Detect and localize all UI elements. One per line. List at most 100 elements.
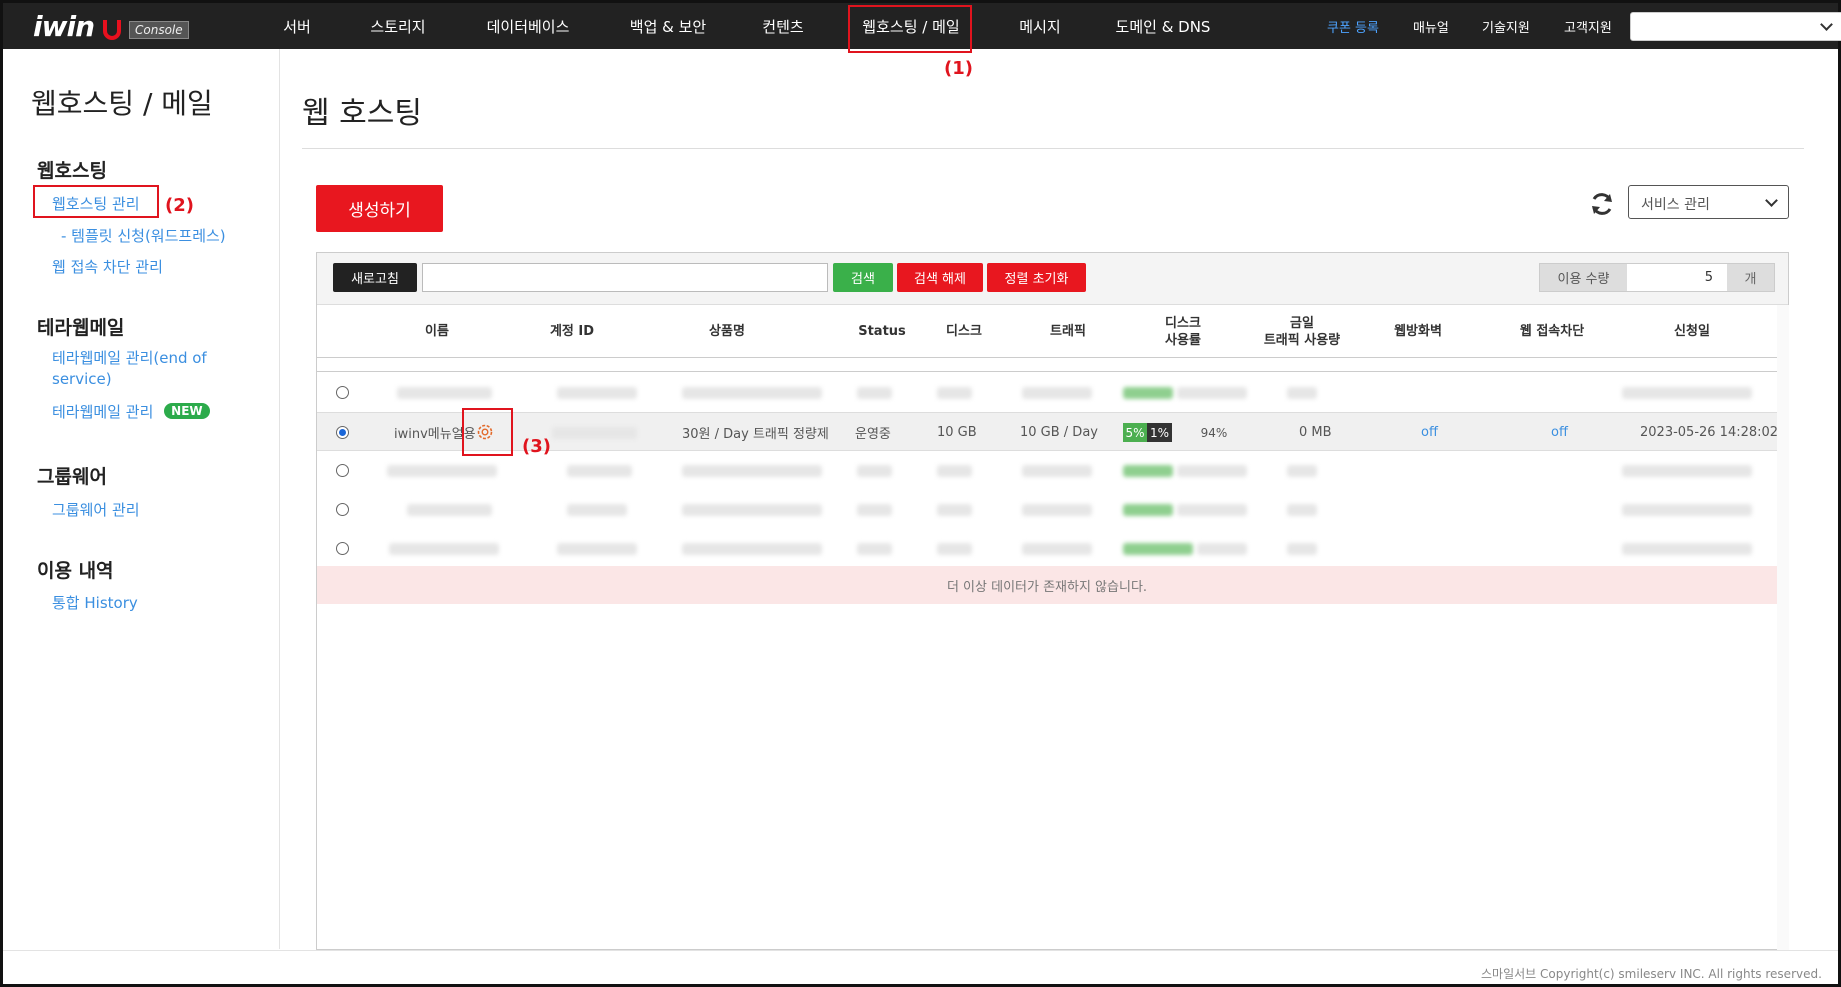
- new-badge: NEW: [164, 403, 210, 419]
- table-header: 이름 계정 ID 상품명 Status 디스크 트래픽 디스크 사용률 금일 트…: [317, 305, 1777, 358]
- console-badge: Console: [129, 20, 189, 39]
- sidebar-item-template-request[interactable]: - 템플릿 신청(워드프레스): [61, 225, 226, 246]
- blurred-cell: [1622, 465, 1752, 477]
- col-disk-usage[interactable]: 디스크 사용률: [1143, 305, 1223, 358]
- blurred-cell: [1287, 387, 1317, 399]
- annotation-box-1: [848, 5, 972, 53]
- blurred-cell: [1622, 504, 1752, 516]
- nav-server[interactable]: 서버: [267, 3, 327, 49]
- row-radio[interactable]: [336, 464, 349, 477]
- nav-manual[interactable]: 매뉴얼: [1413, 3, 1449, 49]
- col-web-block[interactable]: 웹 접속차단: [1497, 305, 1607, 358]
- col-waf[interactable]: 웹방화벽: [1373, 305, 1463, 358]
- table-subheader: [317, 358, 1777, 372]
- usage-quantity-label: 이용 수량: [1540, 264, 1627, 291]
- nav-storage[interactable]: 스토리지: [358, 3, 438, 49]
- nav-contents[interactable]: 컨텐츠: [748, 3, 818, 49]
- row-radio[interactable]: [336, 542, 349, 555]
- blurred-cell: [937, 543, 972, 555]
- col-request-date[interactable]: 신청일: [1647, 305, 1737, 358]
- blurred-cell: [682, 543, 822, 555]
- annotation-box-3: [462, 408, 513, 456]
- row-web-block-toggle[interactable]: off: [1551, 413, 1568, 452]
- col-name[interactable]: 이름: [397, 305, 477, 358]
- sidebar-section-usage: 이용 내역: [37, 560, 114, 582]
- reset-sort-button[interactable]: 정렬 초기화: [987, 263, 1086, 292]
- annotation-label-2: (2): [165, 195, 194, 216]
- row-radio[interactable]: [336, 503, 349, 516]
- table-row[interactable]: [317, 373, 1777, 412]
- blurred-cell: [557, 387, 637, 399]
- search-button[interactable]: 검색: [833, 263, 893, 292]
- logo-text: iwin: [33, 10, 95, 43]
- blurred-cell: [397, 387, 492, 399]
- blurred-cell: [682, 465, 822, 477]
- usage-quantity: 이용 수량 5 개: [1539, 263, 1775, 292]
- col-today-traffic[interactable]: 금일 트래픽 사용량: [1247, 305, 1357, 358]
- col-product[interactable]: 상품명: [677, 305, 777, 358]
- table-scrollbar[interactable]: [1777, 305, 1789, 951]
- list-toolbar: 새로고침 검색 검색 해제 정렬 초기화 이용 수량 5 개: [317, 253, 1788, 305]
- blurred-cell: [389, 543, 499, 555]
- col-traffic[interactable]: 트래픽: [1028, 305, 1108, 358]
- blurred-cell: [1022, 387, 1092, 399]
- sidebar-item-groupware-manage[interactable]: 그룹웨어 관리: [52, 499, 140, 520]
- nav-customer-support[interactable]: 고객지원: [1564, 3, 1612, 49]
- blurred-cell: [937, 387, 972, 399]
- nav-database[interactable]: 데이터베이스: [478, 3, 578, 49]
- blurred-cell: [1123, 465, 1173, 477]
- sidebar-item-web-access-block[interactable]: 웹 접속 차단 관리: [52, 256, 163, 277]
- blurred-cell: [1287, 504, 1317, 516]
- refresh-icon[interactable]: [1589, 191, 1615, 217]
- create-button[interactable]: 생성하기: [316, 185, 443, 232]
- logo[interactable]: iwin Console: [33, 10, 189, 43]
- disk-usage-seg1: 5%: [1123, 423, 1147, 442]
- title-divider: [302, 148, 1804, 149]
- table-row[interactable]: [317, 529, 1777, 568]
- logo-mark-icon: [103, 19, 121, 40]
- row-waf-toggle[interactable]: off: [1421, 413, 1438, 452]
- search-input[interactable]: [422, 263, 828, 292]
- refresh-button[interactable]: 새로고침: [333, 263, 417, 292]
- blurred-cell: [1177, 465, 1247, 477]
- col-status[interactable]: Status: [847, 305, 917, 358]
- nav-message[interactable]: 메시지: [1005, 3, 1075, 49]
- usage-quantity-value: 5: [1627, 264, 1727, 291]
- hosting-list-panel: 새로고침 검색 검색 해제 정렬 초기화 이용 수량 5 개 이름 계정 ID …: [316, 252, 1789, 951]
- blurred-cell: [1022, 504, 1092, 516]
- blurred-cell: [857, 465, 892, 477]
- sidebar-title: 웹호스팅 / 메일: [31, 87, 213, 120]
- blurred-cell: [857, 543, 892, 555]
- table-row[interactable]: [317, 490, 1777, 529]
- row-radio-selected[interactable]: [336, 426, 349, 439]
- sidebar-item-terawebmail-manage[interactable]: 테라웹메일 관리 NEW: [52, 401, 210, 422]
- blurred-cell: [1123, 543, 1193, 555]
- clear-search-button[interactable]: 검색 해제: [897, 263, 983, 292]
- sidebar-item-history[interactable]: 통합 History: [52, 592, 138, 613]
- blurred-cell: [682, 504, 822, 516]
- row-radio[interactable]: [336, 386, 349, 399]
- blurred-cell: [1177, 387, 1247, 399]
- blurred-cell: [1177, 504, 1247, 516]
- nav-domain-dns[interactable]: 도메인 & DNS: [1113, 3, 1213, 49]
- blurred-cell: [857, 504, 892, 516]
- nav-coupon-register[interactable]: 쿠폰 등록: [1327, 3, 1379, 49]
- blurred-cell: [1022, 465, 1092, 477]
- col-account-id[interactable]: 계정 ID: [532, 305, 612, 358]
- sidebar-item-terawebmail-eos[interactable]: 테라웹메일 관리(end of service): [52, 348, 252, 390]
- col-disk[interactable]: 디스크: [929, 305, 999, 358]
- row-request-date: 2023-05-26 14:28:02: [1640, 425, 1779, 440]
- service-manage-select[interactable]: 서비스 관리: [1628, 185, 1789, 219]
- footer-copyright: 스마일서브 Copyright(c) smileserv INC. All ri…: [1481, 967, 1822, 981]
- account-select[interactable]: [1630, 12, 1841, 41]
- nav-backup-security[interactable]: 백업 & 보안: [618, 3, 718, 49]
- blurred-cell: [1123, 504, 1173, 516]
- blurred-cell: [1197, 543, 1247, 555]
- blurred-cell: [937, 465, 972, 477]
- blurred-cell: [1622, 387, 1752, 399]
- no-more-data-message: 더 이상 데이터가 존재하지 않습니다.: [317, 566, 1777, 604]
- disk-usage-rest: 94%: [1172, 423, 1256, 442]
- disk-usage-bar: 5% 1% 94%: [1123, 423, 1256, 442]
- usage-quantity-unit: 개: [1727, 264, 1774, 291]
- nav-tech-support[interactable]: 기술지원: [1482, 3, 1530, 49]
